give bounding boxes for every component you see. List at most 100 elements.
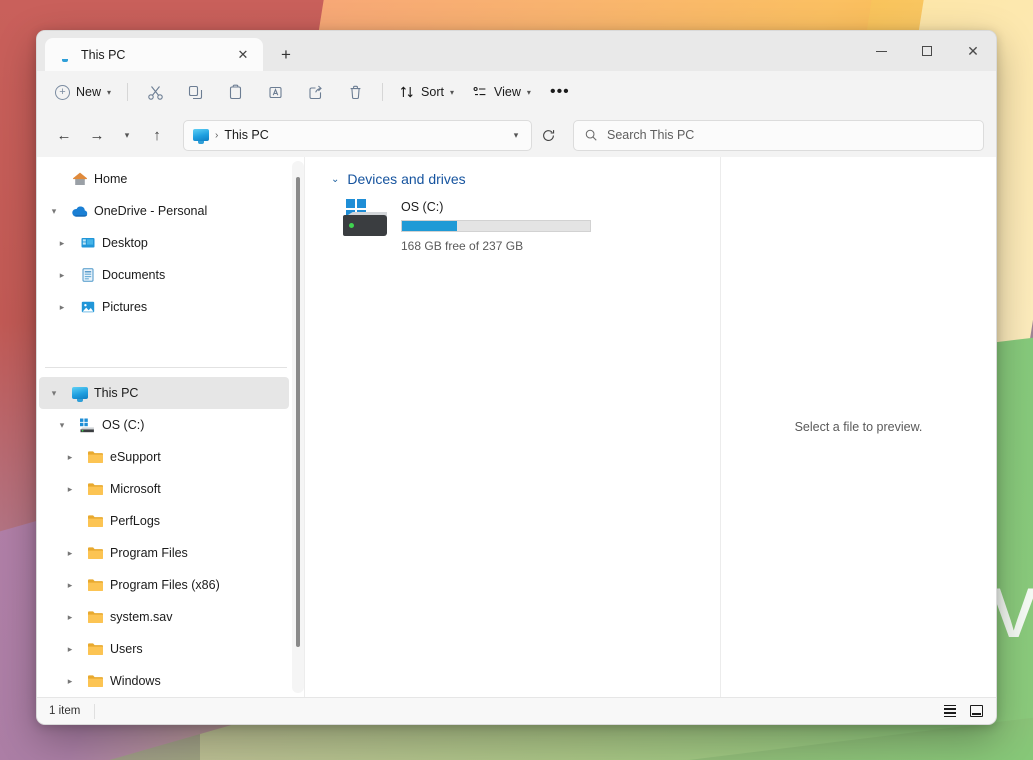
- chevron-right-icon[interactable]: ▸: [59, 612, 81, 623]
- sort-label: Sort: [421, 85, 444, 99]
- sort-icon: [399, 84, 415, 100]
- sidebar-item-desktop[interactable]: ▸ Desktop: [39, 227, 289, 259]
- devices-and-drives-group-header[interactable]: ⌄ Devices and drives: [331, 171, 720, 187]
- recent-locations-button[interactable]: ▾: [115, 120, 139, 150]
- sidebar-item-users[interactable]: ▸ Users: [39, 633, 289, 665]
- folder-icon: [87, 609, 104, 626]
- chevron-down-icon[interactable]: ⌄: [331, 174, 339, 185]
- forward-button[interactable]: →: [82, 120, 112, 150]
- paste-icon: [227, 84, 244, 101]
- sidebar-item-label: Documents: [102, 268, 166, 282]
- command-toolbar: + New ▾ Sort ▾ View ▾ •••: [37, 71, 996, 113]
- breadcrumb-path[interactable]: This PC: [224, 128, 499, 142]
- large-icons-view-button[interactable]: [966, 701, 986, 721]
- chevron-right-icon[interactable]: ▸: [59, 580, 81, 591]
- new-button[interactable]: + New ▾: [47, 77, 119, 107]
- tab-this-pc[interactable]: This PC ✕: [45, 38, 263, 71]
- chevron-right-icon[interactable]: ▸: [59, 644, 81, 655]
- tab-close-icon[interactable]: ✕: [231, 43, 255, 67]
- status-divider: [94, 703, 96, 719]
- toolbar-divider-2: [382, 83, 384, 101]
- sidebar-item-microsoft[interactable]: ▸ Microsoft: [39, 473, 289, 505]
- sidebar-item-this-pc[interactable]: ▾ This PC: [39, 377, 289, 409]
- sidebar-item-documents[interactable]: ▸ Documents: [39, 259, 289, 291]
- back-button[interactable]: ←: [49, 120, 79, 150]
- chevron-right-icon[interactable]: ▸: [51, 270, 73, 281]
- drive-name: OS (C:): [401, 200, 444, 214]
- chevron-right-icon[interactable]: ▸: [59, 676, 81, 687]
- search-input[interactable]: Search This PC: [607, 128, 694, 142]
- sidebar-item-label: Pictures: [102, 300, 148, 314]
- folder-icon: [87, 449, 104, 466]
- chevron-right-icon[interactable]: ▸: [59, 548, 81, 559]
- nav-divider: [45, 367, 287, 368]
- sidebar-item-label: Windows: [110, 674, 161, 688]
- status-bar: 1 item: [37, 697, 996, 724]
- view-mode-buttons: [940, 701, 986, 721]
- details-view-button[interactable]: [940, 701, 960, 721]
- drive-capacity-bar: [401, 220, 591, 232]
- chevron-right-icon[interactable]: ▸: [51, 302, 73, 313]
- sidebar-scrollbar-thumb[interactable]: [296, 177, 300, 647]
- drive-icon: [79, 417, 96, 434]
- more-options-button[interactable]: •••: [541, 77, 579, 107]
- share-button[interactable]: [296, 77, 334, 107]
- close-button[interactable]: ✕: [950, 31, 996, 71]
- sidebar-item-os-c[interactable]: ▾ OS (C:): [39, 409, 289, 441]
- sidebar-item-onedrive-personal[interactable]: ▾ OneDrive - Personal: [39, 195, 289, 227]
- drive-icon: [341, 199, 389, 239]
- sidebar-scrollbar[interactable]: [292, 161, 304, 693]
- group-title: Devices and drives: [347, 171, 466, 187]
- address-dropdown-icon[interactable]: ▾: [505, 123, 527, 147]
- sidebar-item-label: eSupport: [110, 450, 161, 464]
- ellipsis-icon: •••: [549, 83, 570, 101]
- chevron-right-icon[interactable]: ▸: [59, 484, 81, 495]
- paste-button[interactable]: [216, 77, 254, 107]
- this-pc-icon: [71, 385, 88, 402]
- sidebar-item-label: Program Files (x86): [110, 578, 220, 592]
- home-icon: [71, 171, 88, 188]
- rename-button[interactable]: [256, 77, 294, 107]
- sidebar-item-perflogs[interactable]: PerfLogs: [39, 505, 289, 537]
- new-button-label: New: [76, 85, 102, 99]
- up-button[interactable]: ↑: [142, 120, 172, 150]
- chevron-right-icon[interactable]: ▸: [51, 238, 73, 249]
- copy-button[interactable]: [176, 77, 214, 107]
- search-icon: [584, 128, 598, 142]
- sidebar-item-esupport[interactable]: ▸ eSupport: [39, 441, 289, 473]
- search-box[interactable]: Search This PC: [573, 119, 984, 151]
- refresh-button[interactable]: [535, 122, 561, 148]
- cloud-icon: [71, 203, 88, 220]
- toolbar-divider: [127, 83, 129, 101]
- window-controls: ✕: [858, 31, 996, 71]
- view-label: View: [493, 85, 521, 99]
- chevron-down-icon[interactable]: ▾: [43, 388, 65, 399]
- view-button[interactable]: View ▾: [464, 77, 539, 107]
- new-tab-button[interactable]: +: [269, 38, 303, 71]
- sort-button[interactable]: Sort ▾: [391, 77, 462, 107]
- maximize-button[interactable]: [904, 31, 950, 71]
- chevron-down-icon[interactable]: ▾: [51, 420, 73, 431]
- sidebar-item-label: Desktop: [102, 236, 148, 250]
- sidebar-item-home[interactable]: Home: [39, 163, 289, 195]
- chevron-down-icon: ▾: [526, 87, 531, 97]
- chevron-right-icon[interactable]: ▸: [59, 452, 81, 463]
- minimize-button[interactable]: [858, 31, 904, 71]
- sidebar-item-program-files[interactable]: ▸ Program Files: [39, 537, 289, 569]
- chevron-down-icon[interactable]: ▾: [43, 206, 65, 217]
- pictures-icon: [79, 299, 96, 316]
- sidebar-item-program-files-x86[interactable]: ▸ Program Files (x86): [39, 569, 289, 601]
- address-bar[interactable]: › This PC ▾: [183, 119, 532, 151]
- chevron-down-icon: ▾: [449, 87, 454, 97]
- cut-button[interactable]: [136, 77, 174, 107]
- sidebar-item-pictures[interactable]: ▸ Pictures: [39, 291, 289, 323]
- drive-info: OS (C:) 168 GB free of 237 GB: [401, 199, 591, 253]
- sidebar-item-label: PerfLogs: [110, 514, 161, 528]
- drive-item-os-c[interactable]: OS (C:) 168 GB free of 237 GB: [331, 193, 720, 253]
- drive-capacity-fill: [402, 221, 457, 231]
- delete-icon: [347, 84, 364, 101]
- sidebar-item-windows[interactable]: ▸ Windows: [39, 665, 289, 697]
- delete-button[interactable]: [336, 77, 374, 107]
- nav-tree-bottom: ▾ This PC ▾ OS (C:) ▸ eSupport ▸ Microsoft PerfL…: [37, 377, 305, 697]
- sidebar-item-system-sav[interactable]: ▸ system.sav: [39, 601, 289, 633]
